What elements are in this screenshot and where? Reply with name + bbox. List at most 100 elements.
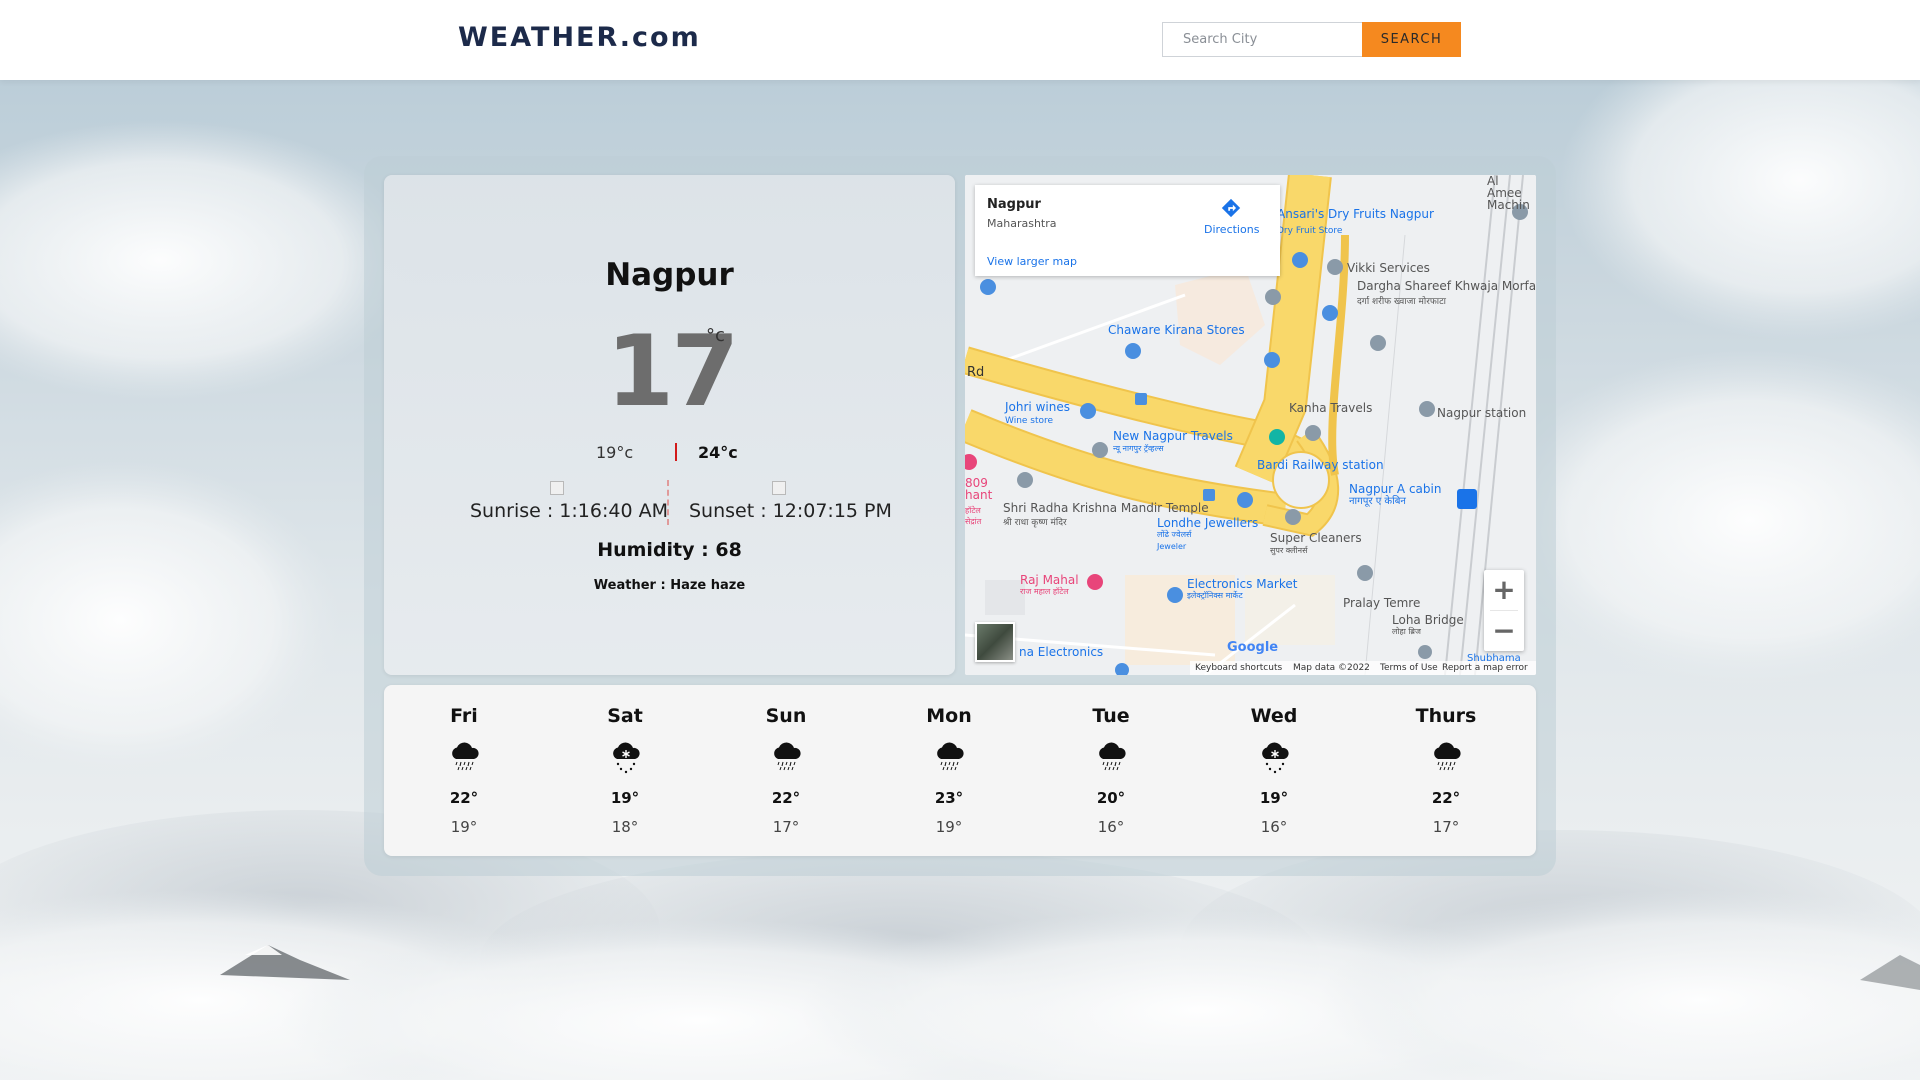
terms-of-use-link[interactable]: Terms of Use xyxy=(1380,663,1438,673)
map-label-text: Loha Bridge xyxy=(1392,613,1464,627)
day-name: Tue xyxy=(1092,705,1130,727)
map-label: Loha Bridge लोहा ब्रिज xyxy=(1392,613,1464,637)
sun-divider xyxy=(667,480,669,525)
embedded-map[interactable]: Ansari's Dry Fruits Nagpur Dry Fruit Stor… xyxy=(965,175,1536,675)
map-label-text: Electronics Market xyxy=(1187,577,1298,591)
map-label: हॉटेल सेद्रांत xyxy=(965,506,982,526)
rain-cloud-icon xyxy=(1099,742,1126,771)
day-name: Mon xyxy=(926,705,972,727)
high-temp: 19° xyxy=(1259,789,1289,807)
map-label-text: दर्गा शरीफ ख्वाजा मोरफाटा xyxy=(1357,297,1447,307)
view-larger-map-link[interactable]: View larger map xyxy=(987,255,1077,268)
rain-cloud-icon xyxy=(1434,742,1461,771)
map-place-subtitle: Maharashtra xyxy=(987,217,1057,230)
map-label-text: Nagpur A cabin xyxy=(1349,482,1442,496)
map-label-text: Super Cleaners xyxy=(1270,531,1362,545)
map-label: Kanha Travels xyxy=(1289,401,1373,415)
zoom-out-button[interactable]: − xyxy=(1484,611,1524,651)
weekly-forecast: Fri 22° 19° Sat 19° 18° Sun 22° 17° Mon xyxy=(384,685,1536,856)
rain-cloud-icon xyxy=(937,742,964,771)
brand-logo[interactable]: WEATHER.com xyxy=(458,22,701,53)
map-label-text: Dargha Shareef Khwaja Morfata xyxy=(1357,279,1536,293)
map-label: Nagpur station xyxy=(1437,406,1527,420)
google-logo: Google xyxy=(1227,640,1278,655)
day-name: Fri xyxy=(450,705,478,727)
low-temp: 19° xyxy=(450,818,478,836)
directions-icon[interactable] xyxy=(1220,197,1242,219)
satellite-toggle-thumbnail[interactable] xyxy=(975,622,1015,662)
map-label-text: नागपूर ए केबिन xyxy=(1349,496,1406,507)
sunrise-image-icon xyxy=(550,481,564,495)
map-label-text: Raj Mahal xyxy=(1020,573,1079,587)
day-name: Thurs xyxy=(1415,705,1477,727)
report-map-error-link[interactable]: Report a map error xyxy=(1442,663,1528,673)
map-label: Super Cleaners सुपर क्लीनर्स xyxy=(1270,531,1362,556)
map-label: Johri wines Wine store xyxy=(1005,401,1070,427)
map-data-label: Map data ©2022 xyxy=(1293,663,1370,673)
map-label-text: New Nagpur Travels xyxy=(1113,429,1233,443)
forecast-day: Sat 19° 18° xyxy=(565,685,685,856)
low-temp: 16° xyxy=(1260,818,1288,836)
forecast-day: Wed 19° 16° xyxy=(1214,685,1334,856)
zoom-controls: + − xyxy=(1484,570,1524,651)
temp-divider xyxy=(675,443,677,461)
min-temperature: 19°c xyxy=(596,443,634,462)
map-label: Raj Mahal राज महाल हॉटेल xyxy=(1020,573,1079,597)
map-place-title: Nagpur xyxy=(987,197,1041,212)
map-label: Dargha Shareef Khwaja Morfata दर्गा शरीफ … xyxy=(1357,279,1536,309)
snow-cloud-icon xyxy=(613,742,640,774)
low-temp: 18° xyxy=(611,818,639,836)
day-name: Wed xyxy=(1250,705,1298,727)
high-temp: 20° xyxy=(1096,789,1126,807)
map-label-text: इलेक्ट्रॉनिक्स मार्केट xyxy=(1187,591,1243,600)
max-temperature: 24°c xyxy=(698,443,738,462)
map-label: Bardi Railway station xyxy=(1257,458,1384,472)
weather-description: Weather : Haze haze xyxy=(593,578,746,593)
map-label: Pralay Temre xyxy=(1343,596,1421,610)
map-label: Chaware Kirana Stores xyxy=(1108,323,1245,337)
day-name: Sun xyxy=(765,705,807,727)
search-button[interactable]: SEARCH xyxy=(1362,22,1461,57)
map-label-text: सुपर क्लीनर्स xyxy=(1270,546,1308,555)
map-label: 809 hant xyxy=(965,476,993,502)
sunset-time: Sunset : 12:07:15 PM xyxy=(689,500,892,522)
map-label: Al Amee Machin xyxy=(1487,175,1530,212)
forecast-day: Mon 23° 19° xyxy=(889,685,1009,856)
high-temp: 22° xyxy=(771,789,801,807)
forecast-day: Sun 22° 17° xyxy=(726,685,846,856)
rain-cloud-icon xyxy=(452,742,479,771)
map-label-text: Shri Radha Krishna Mandir Temple xyxy=(1003,501,1209,515)
high-temp: 23° xyxy=(934,789,964,807)
map-label: Londhe Jewellers लोंढे ज्वेलर्स Jeweler xyxy=(1157,516,1259,552)
map-label-text: श्री राधा कृष्ण मंदिर xyxy=(1003,518,1067,528)
low-temp: 16° xyxy=(1097,818,1125,836)
map-label: na Electronics xyxy=(1019,645,1104,659)
temperature-unit: °c xyxy=(706,325,725,346)
keyboard-shortcuts-link[interactable]: Keyboard shortcuts xyxy=(1195,663,1282,673)
forecast-day: Fri 22° 19° xyxy=(404,685,524,856)
top-navbar: WEATHER.com SEARCH xyxy=(0,0,1920,80)
map-label: Electronics Market इलेक्ट्रॉनिक्स मार्केट xyxy=(1187,577,1298,601)
map-label-text: Ansari's Dry Fruits Nagpur xyxy=(1277,207,1434,221)
low-temp: 17° xyxy=(772,818,800,836)
map-label-text: Londhe Jewellers xyxy=(1157,516,1259,530)
map-label: New Nagpur Travels न्यू नागपुर ट्रॅव्हल्स xyxy=(1113,429,1233,454)
search-city-input[interactable] xyxy=(1162,22,1362,57)
sunrise-time: Sunrise : 1:16:40 AM xyxy=(470,500,668,522)
snow-cloud-icon xyxy=(1262,742,1289,774)
high-temp: 22° xyxy=(1431,789,1461,807)
directions-link[interactable]: Directions xyxy=(1204,223,1259,236)
map-label-text: लोहा ब्रिज xyxy=(1392,627,1421,636)
humidity: Humidity : 68 xyxy=(597,539,742,561)
map-label: Nagpur A cabin नागपूर ए केबिन xyxy=(1349,482,1442,507)
current-weather-card: Nagpur 17 °c 19°c 24°c Sunrise : 1:16:40… xyxy=(384,175,955,675)
map-footer: Keyboard shortcuts Map data ©2022 Terms … xyxy=(1190,661,1536,675)
forecast-day: Tue 20° 16° xyxy=(1051,685,1171,856)
map-label-text: Dry Fruit Store xyxy=(1277,226,1343,236)
zoom-in-button[interactable]: + xyxy=(1484,570,1524,610)
map-label-text: Wine store xyxy=(1005,416,1054,426)
map-label-text: लोंढे ज्वेलर्स xyxy=(1157,530,1192,539)
map-place-card: Nagpur Maharashtra Directions View large… xyxy=(975,185,1280,276)
day-name: Sat xyxy=(607,705,643,727)
google-logo-text: Google xyxy=(1227,640,1279,655)
